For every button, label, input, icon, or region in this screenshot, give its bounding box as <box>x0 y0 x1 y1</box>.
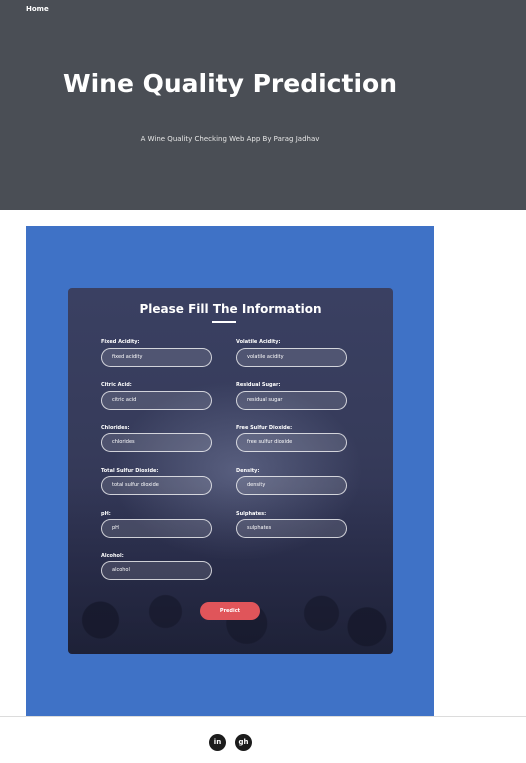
page-title-text: Wine Quality Prediction <box>63 69 397 98</box>
residual-sugar-input[interactable]: residual sugar <box>236 391 347 410</box>
sulphates-input[interactable]: sulphates <box>236 519 347 538</box>
predict-button[interactable]: Predict <box>200 602 260 620</box>
density-input[interactable]: density <box>236 476 347 495</box>
footer: in gh <box>0 716 526 763</box>
citric-acid-label: Citric Acid: <box>101 382 132 388</box>
alcohol-input[interactable]: alcohol <box>101 561 212 580</box>
total-sulfur-dioxide-input[interactable]: total sulfur dioxide <box>101 476 212 495</box>
citric-acid-input[interactable]: citric acid <box>101 391 212 410</box>
residual-sugar-label: Residual Sugar: <box>236 382 281 388</box>
title-underline <box>212 321 236 323</box>
github-icon[interactable]: gh <box>235 734 252 751</box>
fixed-acidity-label: Fixed Acidity: <box>101 339 140 345</box>
page-subtitle: A Wine Quality Checking Web App By Parag… <box>140 135 320 143</box>
page-title: Wine Quality Prediction <box>0 68 460 99</box>
volatile-acidity-label: Volatile Acidity: <box>236 339 281 345</box>
ph-input[interactable]: pH <box>101 519 212 538</box>
linkedin-icon[interactable]: in <box>209 734 226 751</box>
volatile-acidity-input[interactable]: volatile acidity <box>236 348 347 367</box>
fixed-acidity-input[interactable]: fixed acidity <box>101 348 212 367</box>
free-sulfur-dioxide-label: Free Sulfur Dioxide: <box>236 425 293 431</box>
nav-home-link[interactable]: Home <box>26 5 49 13</box>
density-label: Density: <box>236 468 260 474</box>
prediction-form: Please Fill The Information Fixed Acidit… <box>68 288 393 654</box>
hero-header: Home Wine Quality Prediction A Wine Qual… <box>0 0 526 210</box>
chlorides-label: Chlorides: <box>101 425 130 431</box>
free-sulfur-dioxide-input[interactable]: free sulfur dioxide <box>236 433 347 452</box>
ph-label: pH: <box>101 511 111 517</box>
chlorides-input[interactable]: chlorides <box>101 433 212 452</box>
form-title: Please Fill The Information <box>139 302 322 316</box>
total-sulfur-dioxide-label: Total Sulfur Dioxide: <box>101 468 159 474</box>
sulphates-label: Sulphates: <box>236 511 267 517</box>
alcohol-label: Alcohol: <box>101 553 124 559</box>
